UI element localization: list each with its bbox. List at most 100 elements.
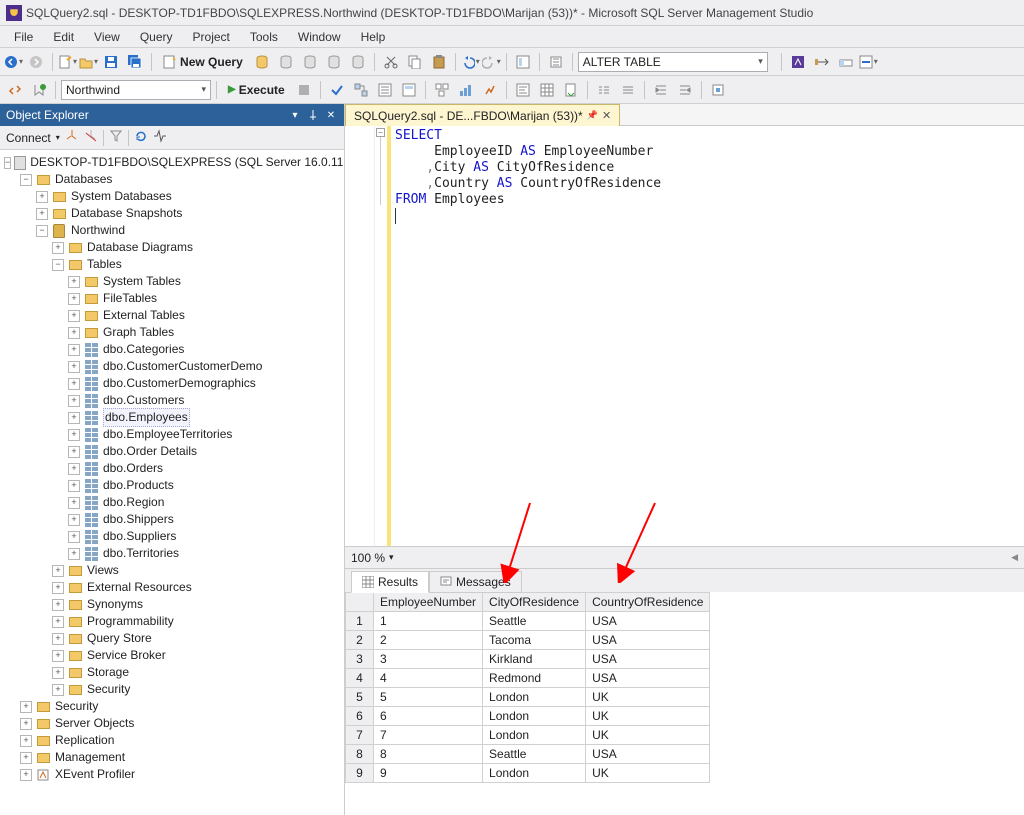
table-row[interactable]: 11SeattleUSA — [346, 612, 710, 631]
connect-icon-2[interactable] — [84, 129, 98, 146]
table-row[interactable]: 99LondonUK — [346, 764, 710, 783]
table-row[interactable]: 44RedmondUSA — [346, 669, 710, 688]
save-button[interactable] — [100, 51, 122, 73]
include-stats-button[interactable] — [455, 79, 477, 101]
close-tab-icon[interactable]: ✕ — [602, 109, 611, 122]
nav-fwd-button[interactable] — [25, 51, 47, 73]
table-row[interactable]: 66LondonUK — [346, 707, 710, 726]
ssms-icon — [6, 5, 22, 21]
include-plan-button[interactable] — [431, 79, 453, 101]
refresh-icon[interactable] — [134, 129, 148, 146]
table-row[interactable]: 33KirklandUSA — [346, 650, 710, 669]
tree-table-0: +dbo.Categories — [4, 341, 344, 358]
panel-close-icon[interactable]: ✕ — [324, 108, 338, 122]
tree-table-2: +dbo.CustomerDemographics — [4, 375, 344, 392]
connect-label[interactable]: Connect — [6, 131, 51, 145]
alter-table-combo[interactable]: ALTER TABLE — [578, 52, 768, 72]
parse-button[interactable] — [326, 79, 348, 101]
query-options-button[interactable] — [374, 79, 396, 101]
db-query-button-5[interactable] — [347, 51, 369, 73]
menu-bar: File Edit View Query Project Tools Windo… — [0, 26, 1024, 48]
tool-btn-4[interactable]: ▾ — [859, 55, 878, 69]
tool-btn-2[interactable] — [811, 51, 833, 73]
display-plan-button[interactable] — [350, 79, 372, 101]
uncomment-button[interactable] — [617, 79, 639, 101]
change-connection-button[interactable] — [4, 79, 26, 101]
cut-button[interactable] — [380, 51, 402, 73]
tree-table-10: +dbo.Shippers — [4, 511, 344, 528]
indent-button[interactable] — [650, 79, 672, 101]
toolbar-sql-editor: Northwind ▶Execute — [0, 76, 1024, 104]
messages-tab[interactable]: Messages — [429, 571, 522, 593]
menu-file[interactable]: File — [4, 28, 43, 46]
db-query-button-2[interactable] — [275, 51, 297, 73]
tree-table-1: +dbo.CustomerCustomerDemo — [4, 358, 344, 375]
intellisense-button[interactable] — [398, 79, 420, 101]
copy-button[interactable] — [404, 51, 426, 73]
menu-edit[interactable]: Edit — [43, 28, 84, 46]
table-row[interactable]: 77LondonUK — [346, 726, 710, 745]
menu-help[interactable]: Help — [351, 28, 396, 46]
tool-btn-1[interactable] — [787, 51, 809, 73]
tree-table-6: +dbo.Order Details — [4, 443, 344, 460]
outdent-button[interactable] — [674, 79, 696, 101]
redo-button[interactable]: ▾ — [482, 55, 501, 69]
pin-icon[interactable]: 📌 — [587, 110, 598, 121]
panel-pin-icon[interactable] — [306, 108, 320, 122]
registered-servers-button[interactable] — [545, 51, 567, 73]
object-explorer-header: Object Explorer ▾ ✕ — [0, 104, 344, 126]
menu-window[interactable]: Window — [288, 28, 351, 46]
table-row[interactable]: 88SeattleUSA — [346, 745, 710, 764]
query-tab[interactable]: SQLQuery2.sql - DE...FBDO\Marijan (53))*… — [345, 104, 620, 126]
undo-button[interactable]: ▾ — [461, 55, 480, 69]
new-file-button[interactable]: ▾ — [58, 55, 77, 69]
object-explorer-panel: Object Explorer ▾ ✕ Connect▾ −DESKTOP-TD… — [0, 104, 345, 815]
results-file-button[interactable] — [560, 79, 582, 101]
zoom-bar: 100 % ▾ ◀ — [345, 546, 1024, 568]
tree-table-3: +dbo.Customers — [4, 392, 344, 409]
menu-tools[interactable]: Tools — [240, 28, 288, 46]
new-query-button[interactable]: New Query — [157, 51, 249, 73]
tree-table-11: +dbo.Suppliers — [4, 528, 344, 545]
menu-project[interactable]: Project — [183, 28, 240, 46]
object-explorer-tree[interactable]: −DESKTOP-TD1FBDO\SQLEXPRESS (SQL Server … — [0, 150, 344, 815]
filter-icon[interactable] — [109, 129, 123, 146]
paste-button[interactable] — [428, 51, 450, 73]
results-grid[interactable]: EmployeeNumber CityOfResidence CountryOf… — [345, 592, 1024, 783]
tree-table-8: +dbo.Products — [4, 477, 344, 494]
panel-options-icon[interactable]: ▾ — [288, 108, 302, 122]
tree-table-9: +dbo.Region — [4, 494, 344, 511]
document-tabs: SQLQuery2.sql - DE...FBDO\Marijan (53))*… — [345, 104, 1024, 126]
db-query-button-4[interactable] — [323, 51, 345, 73]
tree-table-5: +dbo.EmployeeTerritories — [4, 426, 344, 443]
specify-values-button[interactable] — [707, 79, 729, 101]
toolbar-standard: ▾ ▾ ▾ New Query ▾ ▾ ALTER TABLE ▾ — [0, 48, 1024, 76]
properties-button[interactable] — [512, 51, 534, 73]
results-text-button[interactable] — [512, 79, 534, 101]
connect-toolbar: Connect▾ — [0, 126, 344, 150]
db-query-button-3[interactable] — [299, 51, 321, 73]
editor-panel: SQLQuery2.sql - DE...FBDO\Marijan (53))*… — [345, 104, 1024, 815]
menu-view[interactable]: View — [84, 28, 130, 46]
sql-editor[interactable]: − SELECT EmployeeID AS EmployeeNumber ,C… — [345, 126, 1024, 546]
tool-btn-3[interactable] — [835, 51, 857, 73]
results-tabs: Results Messages — [345, 568, 1024, 592]
stop-button[interactable] — [293, 79, 315, 101]
available-db-button[interactable] — [28, 79, 50, 101]
open-file-button[interactable]: ▾ — [79, 55, 98, 69]
database-combo[interactable]: Northwind — [61, 80, 211, 100]
activity-icon[interactable] — [153, 129, 167, 146]
nav-back-button[interactable]: ▾ — [4, 55, 23, 69]
db-query-button-1[interactable] — [251, 51, 273, 73]
menu-query[interactable]: Query — [130, 28, 183, 46]
table-row[interactable]: 55LondonUK — [346, 688, 710, 707]
include-client-stats-button[interactable] — [479, 79, 501, 101]
execute-button[interactable]: ▶Execute — [222, 81, 291, 99]
connect-icon-1[interactable] — [65, 129, 79, 146]
zoom-level[interactable]: 100 % — [351, 551, 385, 565]
results-grid-button[interactable] — [536, 79, 558, 101]
save-all-button[interactable] — [124, 51, 146, 73]
table-row[interactable]: 22TacomaUSA — [346, 631, 710, 650]
results-tab[interactable]: Results — [351, 571, 429, 593]
comment-button[interactable] — [593, 79, 615, 101]
